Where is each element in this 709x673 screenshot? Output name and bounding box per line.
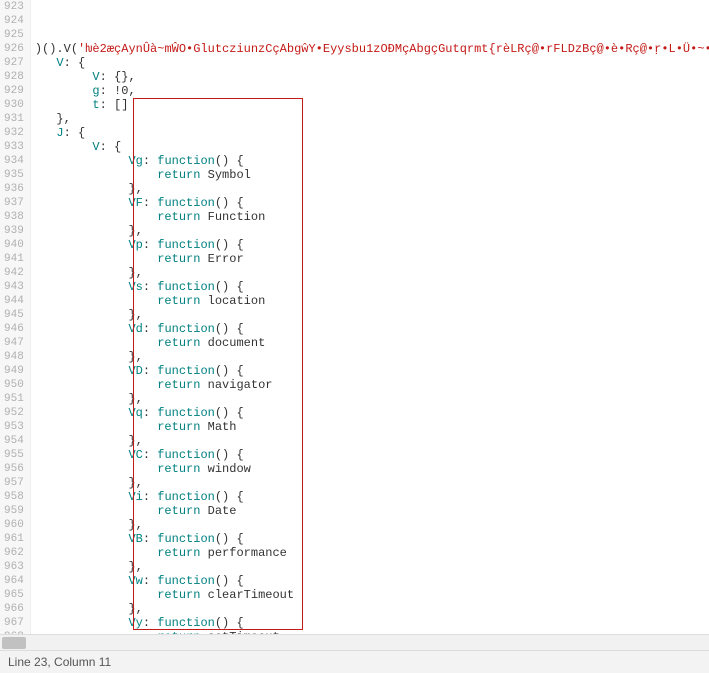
code-line[interactable]: return Symbol bbox=[35, 168, 709, 182]
code-line[interactable]: VB: function() { bbox=[35, 532, 709, 546]
code-line[interactable]: }, bbox=[35, 112, 709, 126]
code-line[interactable]: )().V('ƕè2æçAynÛà~mŴO•GlutcziunzCçAbgŵY•… bbox=[35, 42, 709, 56]
code-line[interactable]: return location bbox=[35, 294, 709, 308]
code-line[interactable]: V: { bbox=[35, 56, 709, 70]
code-line[interactable]: return clearTimeout bbox=[35, 588, 709, 602]
status-bar: Line 23, Column 11 bbox=[0, 650, 709, 673]
code-line[interactable]: }, bbox=[35, 476, 709, 490]
code-line[interactable]: VF: function() { bbox=[35, 196, 709, 210]
code-line[interactable]: return window bbox=[35, 462, 709, 476]
code-line[interactable]: VC: function() { bbox=[35, 448, 709, 462]
code-line[interactable]: g: !0, bbox=[35, 84, 709, 98]
code-line[interactable]: return Date bbox=[35, 504, 709, 518]
code-line[interactable]: }, bbox=[35, 224, 709, 238]
code-line[interactable]: }, bbox=[35, 518, 709, 532]
code-line[interactable]: Vi: function() { bbox=[35, 490, 709, 504]
code-line[interactable]: }, bbox=[35, 392, 709, 406]
horizontal-scrollbar[interactable] bbox=[0, 634, 709, 650]
code-line[interactable]: return document bbox=[35, 336, 709, 350]
editor-wrapper: 9239249259269279289299309319329339349359… bbox=[0, 0, 709, 673]
code-line[interactable]: VD: function() { bbox=[35, 364, 709, 378]
cursor-position: Line 23, Column 11 bbox=[8, 655, 111, 669]
code-line[interactable]: return performance bbox=[35, 546, 709, 560]
code-line[interactable]: }, bbox=[35, 602, 709, 616]
code-line[interactable]: Vg: function() { bbox=[35, 154, 709, 168]
code-line[interactable]: Vd: function() { bbox=[35, 322, 709, 336]
code-line[interactable]: return Function bbox=[35, 210, 709, 224]
code-line[interactable]: Vs: function() { bbox=[35, 280, 709, 294]
code-line[interactable]: }, bbox=[35, 266, 709, 280]
code-line[interactable]: return Error bbox=[35, 252, 709, 266]
code-line[interactable]: return Math bbox=[35, 420, 709, 434]
code-line[interactable]: Vy: function() { bbox=[35, 616, 709, 630]
code-line[interactable]: Vw: function() { bbox=[35, 574, 709, 588]
code-area[interactable]: 9239249259269279289299309319329339349359… bbox=[0, 0, 709, 634]
code-line[interactable]: }, bbox=[35, 560, 709, 574]
code-line[interactable]: t: [] bbox=[35, 98, 709, 112]
code-line[interactable]: }, bbox=[35, 182, 709, 196]
horizontal-scrollbar-thumb[interactable] bbox=[2, 637, 26, 649]
code-line[interactable]: return navigator bbox=[35, 378, 709, 392]
code-content[interactable]: )().V('ƕè2æçAynÛà~mŴO•GlutcziunzCçAbgŵY•… bbox=[31, 0, 709, 634]
code-line[interactable]: Vp: function() { bbox=[35, 238, 709, 252]
code-line[interactable]: Vq: function() { bbox=[35, 406, 709, 420]
code-line[interactable]: V: {}, bbox=[35, 70, 709, 84]
line-gutter: 9239249259269279289299309319329339349359… bbox=[0, 0, 31, 634]
code-line[interactable]: J: { bbox=[35, 126, 709, 140]
code-line[interactable]: }, bbox=[35, 350, 709, 364]
code-line[interactable]: }, bbox=[35, 434, 709, 448]
code-line[interactable]: }, bbox=[35, 308, 709, 322]
code-line[interactable]: V: { bbox=[35, 140, 709, 154]
